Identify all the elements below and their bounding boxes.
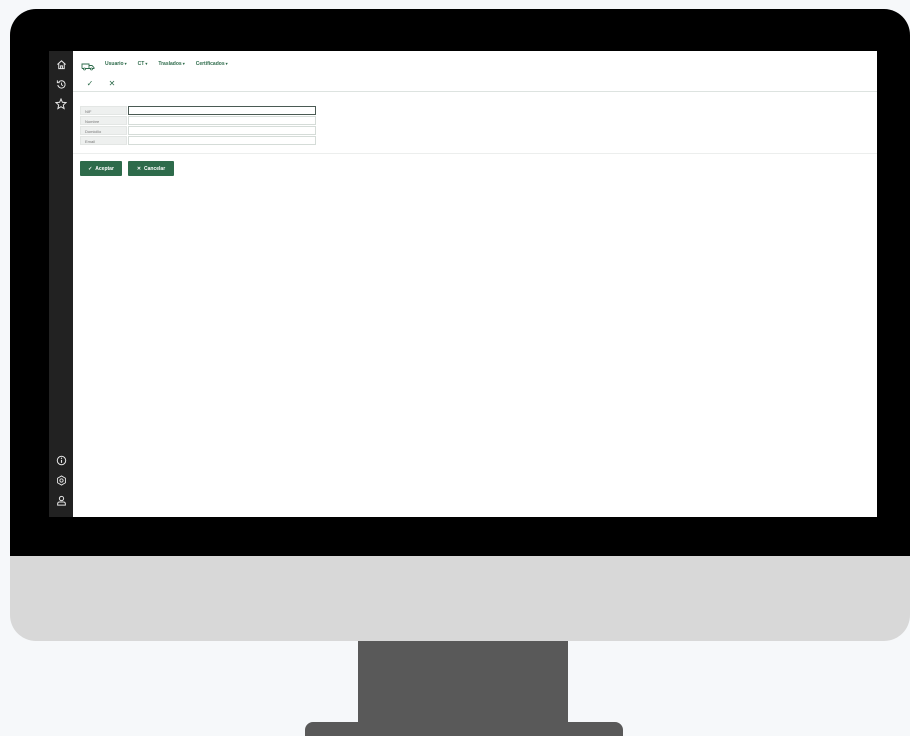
field-label-domicilio: Domicilio: [80, 126, 127, 135]
info-icon[interactable]: [53, 452, 69, 468]
nav-item-certificados[interactable]: Certificados▾: [196, 61, 228, 67]
check-icon: ✓: [88, 165, 93, 172]
field-label-nif: NIF: [80, 106, 127, 115]
cancel-icon[interactable]: ✕: [107, 79, 117, 88]
form-row-domicilio: Domicilio: [80, 126, 318, 136]
nav-item-traslados[interactable]: Traslados▾: [158, 61, 184, 67]
form-divider: [73, 153, 877, 154]
field-label-email: Email: [80, 136, 127, 145]
cancel-button-label: Cancelar: [144, 165, 166, 172]
action-bar: ✓ ✕: [73, 76, 877, 92]
close-icon: ✕: [136, 165, 142, 172]
accept-button[interactable]: ✓ Aceptar: [80, 161, 122, 176]
top-navigation: Usuario▾ CT▾ Traslados▾ Certificados▾: [73, 51, 877, 76]
settings-icon[interactable]: [53, 472, 69, 488]
app-screen: Usuario▾ CT▾ Traslados▾ Certificados▾ ✓ …: [73, 51, 877, 517]
nif-input[interactable]: [128, 106, 316, 115]
nombre-input[interactable]: [128, 116, 316, 125]
nav-item-usuario[interactable]: Usuario▾: [105, 61, 127, 67]
form-row-email: Email: [80, 136, 318, 146]
user-icon[interactable]: [53, 492, 69, 508]
accept-button-label: Aceptar: [95, 165, 114, 172]
monitor-chin: [10, 556, 910, 641]
nav-item-ct[interactable]: CT▾: [138, 61, 148, 67]
form-row-nif: NIF: [80, 106, 318, 116]
cancel-button[interactable]: ✕ Cancelar: [128, 161, 174, 176]
star-icon[interactable]: [53, 96, 69, 112]
user-form: NIF Nombre Domicilio Email: [80, 106, 318, 146]
domicilio-input[interactable]: [128, 126, 316, 135]
home-icon[interactable]: [53, 56, 69, 72]
monitor-stand-base: [305, 722, 623, 736]
form-row-nombre: Nombre: [80, 116, 318, 126]
confirm-icon[interactable]: ✓: [85, 79, 95, 88]
email-input[interactable]: [128, 136, 316, 145]
truck-icon[interactable]: [81, 58, 95, 70]
monitor-stand: [358, 641, 568, 723]
field-label-nombre: Nombre: [80, 116, 127, 125]
sidebar: [49, 51, 73, 517]
history-icon[interactable]: [53, 76, 69, 92]
